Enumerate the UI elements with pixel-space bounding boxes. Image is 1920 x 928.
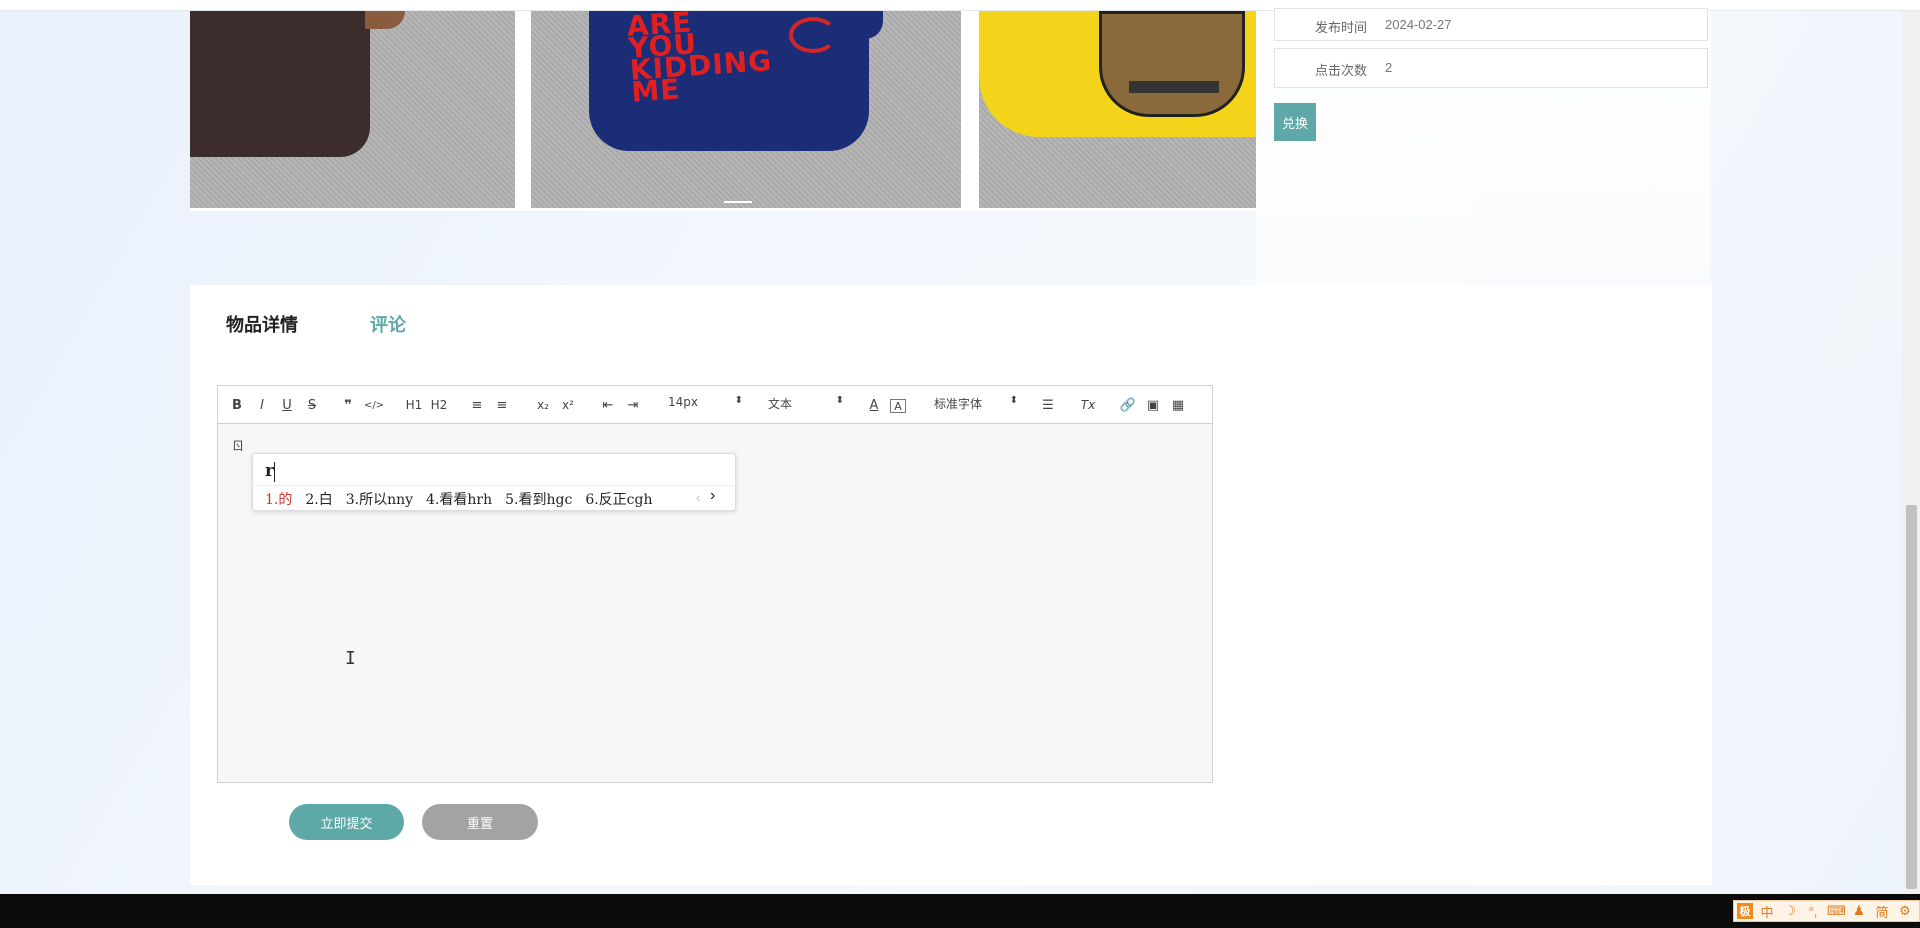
video-icon: ▦	[1171, 397, 1185, 413]
font-color-button[interactable]: A	[866, 395, 882, 415]
editor-toolbar: B I U S ❞ </> H1 H2 ≡ ≡ x₂ x² ⇤ ⇥ 14px ⬍…	[218, 386, 1212, 424]
indent-button[interactable]: ⇥	[625, 395, 641, 415]
ime-input-text: r	[265, 461, 274, 481]
mug-print-swirl	[789, 17, 837, 53]
tab-item-detail[interactable]: 物品详情	[226, 311, 298, 337]
ime-candidate[interactable]: 1.的	[265, 492, 292, 508]
click-count-label: 点击次数	[1315, 63, 1368, 78]
ime-candidate[interactable]: 4.看看hrh	[426, 492, 492, 508]
taskbar: 极 中 ☽ °, ⌨ ♟ 简 ⚙	[0, 894, 1920, 928]
publish-date-label: 发布时间	[1315, 20, 1368, 35]
header1-button[interactable]: H1	[405, 395, 423, 415]
publish-date-value: 2024-02-27	[1385, 17, 1452, 32]
scrollbar-thumb[interactable]	[1906, 505, 1917, 889]
image-button[interactable]: ▣	[1145, 395, 1161, 415]
detail-tabs: 物品详情 评论	[226, 311, 406, 337]
clear-format-button[interactable]: Tx	[1079, 395, 1097, 415]
mug-handle	[853, 11, 883, 39]
link-button[interactable]: 🔗	[1120, 395, 1136, 415]
font-family-select[interactable]: 标准字体 ⬍	[934, 395, 1018, 415]
ime-divider	[254, 485, 734, 486]
bullet-list-button[interactable]: ≡	[494, 395, 510, 415]
ordered-list-button[interactable]: ≡	[469, 395, 485, 415]
comment-editor[interactable]: B I U S ❞ </> H1 H2 ≡ ≡ x₂ x² ⇤ ⇥ 14px ⬍…	[217, 385, 1213, 783]
link-icon: 🔗	[1119, 397, 1137, 413]
font-family-value: 标准字体	[934, 397, 983, 411]
bold-button[interactable]: B	[230, 395, 244, 415]
ime-prev-page-icon[interactable]: ‹	[696, 490, 700, 505]
ime-candidate[interactable]: 2.白	[305, 492, 332, 508]
carousel-slide-3[interactable]	[979, 11, 1256, 208]
header-value: 文本	[768, 397, 793, 411]
ime-logo-icon: 极	[1737, 903, 1753, 919]
carousel-slide-1[interactable]	[190, 11, 515, 208]
click-count-row: 点击次数 2	[1274, 48, 1708, 88]
ime-candidate-list: 1.的 2.白 3.所以nny 4.看看hrh 5.看到hgc 6.反正cgh	[265, 489, 666, 509]
outdent-button[interactable]: ⇤	[600, 395, 616, 415]
user-icon[interactable]: ♟	[1850, 903, 1868, 919]
text-cursor-icon: I	[345, 648, 356, 669]
tab-comment[interactable]: 评论	[370, 311, 406, 337]
mug-image-brown	[190, 11, 370, 157]
publish-date-row: 发布时间 2024-02-27	[1274, 8, 1708, 41]
carousel-slide-2[interactable]: ARE YOU KIDDING ME	[531, 11, 961, 208]
ime-status-bar[interactable]: 极 中 ☽ °, ⌨ ♟ 简 ⚙	[1733, 900, 1920, 922]
video-button[interactable]: ▦	[1170, 395, 1186, 415]
mug-image-blue: ARE YOU KIDDING ME	[589, 11, 869, 151]
ime-candidate[interactable]: 3.所以nny	[346, 492, 413, 508]
select-arrow-icon: ⬍	[734, 395, 743, 406]
mug-print-text: ARE YOU KIDDING ME	[625, 11, 774, 109]
ime-mode-chinese[interactable]: 中	[1758, 902, 1776, 921]
editor-composing-char: ㄖ	[232, 439, 245, 453]
ime-caret	[274, 462, 275, 482]
align-button[interactable]: ☰	[1040, 395, 1056, 415]
blockquote-button[interactable]: ❞	[340, 395, 356, 415]
punctuation-icon[interactable]: °,	[1804, 904, 1822, 919]
image-icon: ▣	[1146, 397, 1160, 413]
ime-candidate[interactable]: 6.反正cgh	[585, 492, 652, 508]
select-arrow-icon: ⬍	[1009, 395, 1018, 406]
item-info-panel: 发布时间 2024-02-27 点击次数 2 兑换	[1256, 8, 1711, 285]
font-size-select[interactable]: 14px ⬍	[668, 395, 743, 415]
click-count-value: 2	[1385, 60, 1393, 75]
subscript-button[interactable]: x₂	[535, 395, 551, 415]
image-carousel[interactable]: ARE YOU KIDDING ME	[190, 11, 1256, 211]
simplified-toggle[interactable]: 简	[1873, 902, 1891, 921]
cartoon-belt	[1129, 81, 1219, 93]
underline-button[interactable]: U	[280, 395, 294, 415]
select-arrow-icon: ⬍	[835, 395, 844, 406]
background-color-button[interactable]: A	[890, 399, 906, 413]
settings-icon[interactable]: ⚙	[1896, 903, 1914, 919]
cartoon-bear-print	[1099, 11, 1245, 117]
ime-candidate[interactable]: 5.看到hgc	[505, 492, 572, 508]
moon-icon[interactable]: ☽	[1781, 903, 1799, 919]
header2-button[interactable]: H2	[430, 395, 448, 415]
superscript-button[interactable]: x²	[560, 395, 576, 415]
keyboard-icon[interactable]: ⌨	[1827, 903, 1846, 919]
reset-button[interactable]: 重置	[422, 804, 538, 840]
exchange-button[interactable]: 兑换	[1274, 103, 1316, 141]
header-select[interactable]: 文本 ⬍	[768, 395, 844, 415]
ime-candidate-window[interactable]: r 1.的 2.白 3.所以nny 4.看看hrh 5.看到hgc 6.反正cgh ‹ ›	[252, 453, 736, 511]
italic-button[interactable]: I	[255, 395, 269, 415]
code-block-button[interactable]: </>	[364, 395, 384, 415]
submit-button[interactable]: 立即提交	[289, 804, 404, 840]
carousel-indicator[interactable]	[724, 201, 752, 203]
ime-next-page-icon[interactable]: ›	[710, 487, 715, 505]
mug-handle	[365, 11, 405, 29]
font-size-value: 14px	[668, 395, 698, 409]
strikethrough-button[interactable]: S	[305, 395, 319, 415]
